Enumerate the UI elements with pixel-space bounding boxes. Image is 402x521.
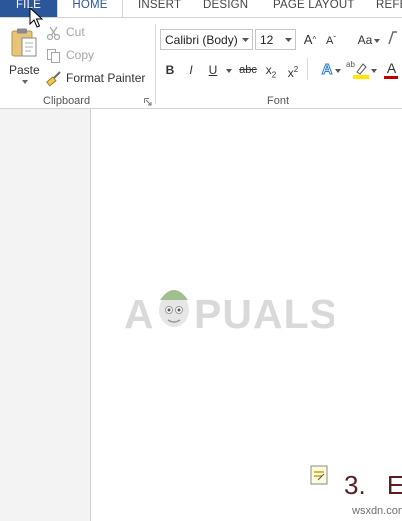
- highlight-glyph: ab: [346, 60, 355, 69]
- tab-references[interactable]: REFE: [376, 0, 402, 17]
- mascot-icon: [159, 290, 189, 327]
- heading-text: E: [386, 470, 402, 500]
- group-divider: [155, 24, 156, 104]
- shrink-font-button[interactable]: Aˇ: [321, 30, 341, 50]
- clipboard-icon: [11, 28, 37, 57]
- chevron-down-icon[interactable]: [226, 69, 232, 73]
- chevron-down-icon: [285, 38, 292, 42]
- font-color-button[interactable]: A: [381, 60, 402, 80]
- clipboard-group-label: Clipboard: [43, 95, 91, 107]
- tab-home[interactable]: HOME: [57, 0, 123, 18]
- text-effects-button[interactable]: A: [313, 60, 341, 80]
- tab-page-layout[interactable]: PAGE LAYOUT: [273, 0, 355, 17]
- paste-button[interactable]: Paste: [4, 22, 40, 92]
- italic-button[interactable]: I: [181, 60, 201, 80]
- bold-button[interactable]: B: [160, 60, 180, 80]
- font-size-combo[interactable]: 12: [255, 29, 296, 50]
- paste-label: Paste: [9, 63, 40, 77]
- copy-label: Copy: [66, 48, 95, 62]
- change-case-button[interactable]: Aa: [350, 30, 380, 50]
- button-divider: [307, 58, 308, 80]
- document-heading[interactable]: 3. E: [344, 470, 402, 501]
- change-case-glyph: Aa: [357, 33, 373, 47]
- text-effects-glyph: A: [321, 61, 333, 79]
- watermark-text-left: A: [124, 291, 155, 337]
- font-color-glyph: A: [386, 60, 397, 76]
- ribbon-home: Paste Cut Copy Format Painter Clipboard: [0, 17, 402, 109]
- tab-insert[interactable]: INSERT: [138, 0, 181, 17]
- chevron-down-icon: [374, 39, 380, 43]
- chevron-down-icon: [335, 69, 341, 73]
- subscript-button[interactable]: x2: [261, 60, 281, 80]
- font-size-value: 12: [260, 33, 274, 47]
- navigation-pane: [0, 109, 91, 521]
- copy-icon: [47, 49, 60, 63]
- underline-glyph: U: [208, 63, 218, 77]
- underline-button[interactable]: U: [203, 60, 223, 80]
- italic-glyph: I: [189, 63, 193, 77]
- tab-design[interactable]: DESIGN: [203, 0, 248, 17]
- strikethrough-button[interactable]: abc: [237, 60, 259, 80]
- scissors-icon: [46, 26, 61, 41]
- font-name-combo[interactable]: Calibri (Body): [160, 29, 253, 50]
- strikethrough-glyph: abc: [239, 64, 257, 76]
- heading-number: 3.: [344, 470, 366, 500]
- chevron-down-icon: [371, 69, 377, 73]
- bold-glyph: B: [165, 63, 175, 77]
- subscript-mark: 2: [271, 70, 277, 80]
- dialog-launcher-icon[interactable]: [144, 98, 152, 106]
- paintbrush-icon: [46, 71, 61, 87]
- format-painter-label: Format Painter: [66, 71, 146, 85]
- grow-font-button[interactable]: A^: [300, 30, 320, 50]
- cut-label: Cut: [66, 25, 85, 39]
- watermark-text-right: PUALS: [194, 291, 334, 337]
- clear-formatting-icon: [388, 31, 397, 45]
- font-color-swatch: [384, 76, 398, 79]
- ribbon-tab-bar: FILE HOME INSERT DESIGN PAGE LAYOUT REFE: [0, 0, 402, 18]
- font-name-value: Calibri (Body): [165, 33, 238, 47]
- clear-formatting-button[interactable]: [386, 30, 402, 50]
- chevron-down-icon: [22, 80, 28, 84]
- superscript-button[interactable]: x2: [283, 60, 303, 80]
- mouse-cursor-icon: [29, 7, 43, 28]
- font-group-label: Font: [267, 95, 290, 107]
- superscript-mark: 2: [293, 65, 299, 74]
- highlight-color-button[interactable]: ab: [345, 60, 377, 80]
- comment-icon[interactable]: [310, 465, 328, 485]
- caret-down-icon: ˇ: [333, 35, 336, 44]
- caret-up-icon: ^: [312, 35, 317, 44]
- site-watermark: wsxdn.com: [352, 505, 402, 517]
- watermark-logo: A PUALS: [124, 290, 334, 337]
- chevron-down-icon: [242, 38, 249, 42]
